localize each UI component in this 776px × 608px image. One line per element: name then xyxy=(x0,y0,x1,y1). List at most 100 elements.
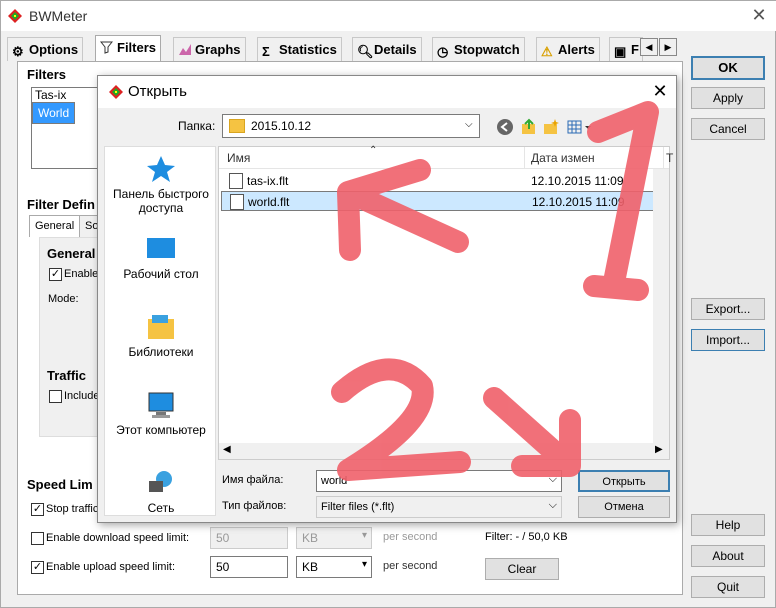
places-sidebar: Панель быстрого доступа Рабочий стол Биб… xyxy=(104,146,216,516)
tab-statistics[interactable]: Σ Statistics xyxy=(257,37,342,61)
enabled-checkbox[interactable]: ✓ xyxy=(49,268,62,281)
folder-icon xyxy=(229,119,245,133)
tab-label: Details xyxy=(374,42,417,57)
computer-icon xyxy=(148,392,174,418)
stop-traffic-label: Stop traffic xyxy=(46,503,99,515)
gear-icon: ⚙ xyxy=(12,44,24,59)
filename-label: Имя файла: xyxy=(222,474,284,486)
apply-button[interactable]: Apply xyxy=(691,87,765,109)
place-label: Рабочий стол xyxy=(123,267,199,281)
filetype-combobox[interactable]: Filter files (*.flt) ⌵ xyxy=(316,496,562,518)
filetype-value: Filter files (*.flt) xyxy=(321,501,395,513)
file-name: world.flt xyxy=(248,195,290,209)
column-type-header[interactable]: Т xyxy=(666,151,673,165)
speed-limits-label: Speed Lim xyxy=(27,477,93,492)
file-date: 12.10.2015 11:09 xyxy=(531,174,624,188)
upload-per-second: per second xyxy=(383,560,438,572)
new-folder-icon[interactable] xyxy=(542,118,560,136)
open-button[interactable]: Открыть xyxy=(578,470,670,492)
file-row[interactable]: tas-ix.flt 12.10.2015 11:09 xyxy=(221,171,667,191)
tab-bar: ⚙ Options Filters Graphs Σ Statistics 🔍︎De… xyxy=(7,35,683,62)
warning-icon: ⚠ xyxy=(541,44,553,59)
include-checkbox[interactable] xyxy=(49,390,62,403)
tab-network[interactable]: ▣ F xyxy=(609,37,643,61)
chevron-down-icon: ⌵ xyxy=(465,119,473,130)
column-separator[interactable] xyxy=(663,147,664,169)
filter-status-text: Filter: - / 50,0 KB xyxy=(485,531,568,543)
folder-combobox[interactable]: 2015.10.12 ⌵ xyxy=(222,114,480,138)
tab-label: Stopwatch xyxy=(454,42,520,57)
column-date-header[interactable]: Дата измен xyxy=(531,151,595,165)
filename-combobox[interactable]: world ⌵ xyxy=(316,470,562,492)
ok-button[interactable]: OK xyxy=(691,56,765,80)
chevron-down-icon[interactable]: ⌵ xyxy=(549,473,557,486)
help-button[interactable]: Help xyxy=(691,514,765,536)
chevron-down-icon[interactable]: ⌵ xyxy=(549,499,557,512)
file-icon xyxy=(230,194,244,210)
import-button[interactable]: Import... xyxy=(691,329,765,351)
tab-options[interactable]: ⚙ Options xyxy=(7,37,84,61)
dialog-title-bar: Открыть ✕ xyxy=(98,76,676,108)
subtab-general[interactable]: General xyxy=(29,215,81,237)
upload-unit-select[interactable]: KB ▾ xyxy=(296,556,372,578)
place-this-pc[interactable]: Этот компьютер xyxy=(105,391,217,437)
place-network[interactable]: Сеть xyxy=(105,469,217,515)
arrow-left-icon[interactable]: ◀ xyxy=(223,444,231,455)
file-name: tas-ix.flt xyxy=(247,174,289,188)
column-name-header[interactable]: Имя xyxy=(227,151,250,165)
tab-scroll-right-button[interactable]: ▶ xyxy=(659,38,677,56)
download-unit-select[interactable]: KB ▾ xyxy=(296,527,372,549)
funnel-icon xyxy=(99,41,114,55)
place-quick-access[interactable]: Панель быстрого доступа xyxy=(105,155,217,215)
filetype-label: Тип файлов: xyxy=(222,500,287,512)
tab-label: Statistics xyxy=(279,42,337,57)
stop-traffic-checkbox[interactable]: ✓ xyxy=(31,503,44,516)
dialog-cancel-button[interactable]: Отмена xyxy=(578,496,670,518)
download-limit-input[interactable]: 50 xyxy=(210,527,288,549)
upload-limit-input[interactable]: 50 xyxy=(210,556,288,578)
upload-limit-label: Enable upload speed limit: xyxy=(46,561,176,573)
open-file-dialog: Открыть ✕ Папка: 2015.10.12 ⌵ Панель быс… xyxy=(97,75,677,523)
download-limit-checkbox[interactable] xyxy=(31,532,44,545)
close-icon[interactable]: ✕ xyxy=(749,5,769,25)
tab-details[interactable]: 🔍︎Details xyxy=(352,37,422,61)
list-item[interactable]: World xyxy=(32,102,76,124)
upload-limit-checkbox[interactable]: ✓ xyxy=(31,561,44,574)
place-libraries[interactable]: Библиотеки xyxy=(105,313,217,359)
file-row[interactable]: world.flt 12.10.2015 11:09 xyxy=(221,191,667,211)
vertical-scrollbar[interactable] xyxy=(653,169,669,443)
tab-label: Graphs xyxy=(195,42,241,57)
up-folder-icon[interactable] xyxy=(520,118,538,136)
horizontal-scrollbar[interactable]: ◀ ▶ xyxy=(219,443,669,459)
folder-label: Папка: xyxy=(178,119,216,133)
place-label: Этот компьютер xyxy=(116,423,206,437)
magnifier-icon: 🔍︎ xyxy=(357,44,374,59)
tab-scroll-left-button[interactable]: ◀ xyxy=(640,38,658,56)
window-title: BWMeter xyxy=(29,8,88,24)
desktop-icon xyxy=(147,238,175,258)
app-logo-icon xyxy=(8,9,22,23)
about-button[interactable]: About xyxy=(691,545,765,567)
general-group-label: General xyxy=(47,246,96,261)
close-icon[interactable]: ✕ xyxy=(650,81,670,102)
cancel-button[interactable]: Cancel xyxy=(691,118,765,140)
back-icon[interactable] xyxy=(496,118,514,136)
place-desktop[interactable]: Рабочий стол xyxy=(105,235,217,281)
clear-button[interactable]: Clear xyxy=(485,558,559,580)
tab-stopwatch[interactable]: ◷ Stopwatch xyxy=(432,37,525,61)
mode-label: Mode: xyxy=(48,293,79,305)
place-label: Панель быстрого доступа xyxy=(113,187,209,215)
chevron-down-icon: ▾ xyxy=(361,559,367,570)
tab-alerts[interactable]: ⚠ Alerts xyxy=(536,37,600,61)
view-menu-icon[interactable] xyxy=(566,118,592,136)
tab-label: Alerts xyxy=(558,42,595,57)
arrow-right-icon[interactable]: ▶ xyxy=(655,444,663,455)
tab-filters[interactable]: Filters xyxy=(95,35,162,62)
column-separator[interactable] xyxy=(524,147,525,169)
export-button[interactable]: Export... xyxy=(691,298,765,320)
file-list-header: Имя ⌃ Дата измен Т xyxy=(219,145,673,169)
tab-graphs[interactable]: Graphs xyxy=(173,37,246,61)
download-unit-value: KB xyxy=(302,531,319,545)
traffic-group-label: Traffic xyxy=(47,368,87,383)
quit-button[interactable]: Quit xyxy=(691,576,765,598)
